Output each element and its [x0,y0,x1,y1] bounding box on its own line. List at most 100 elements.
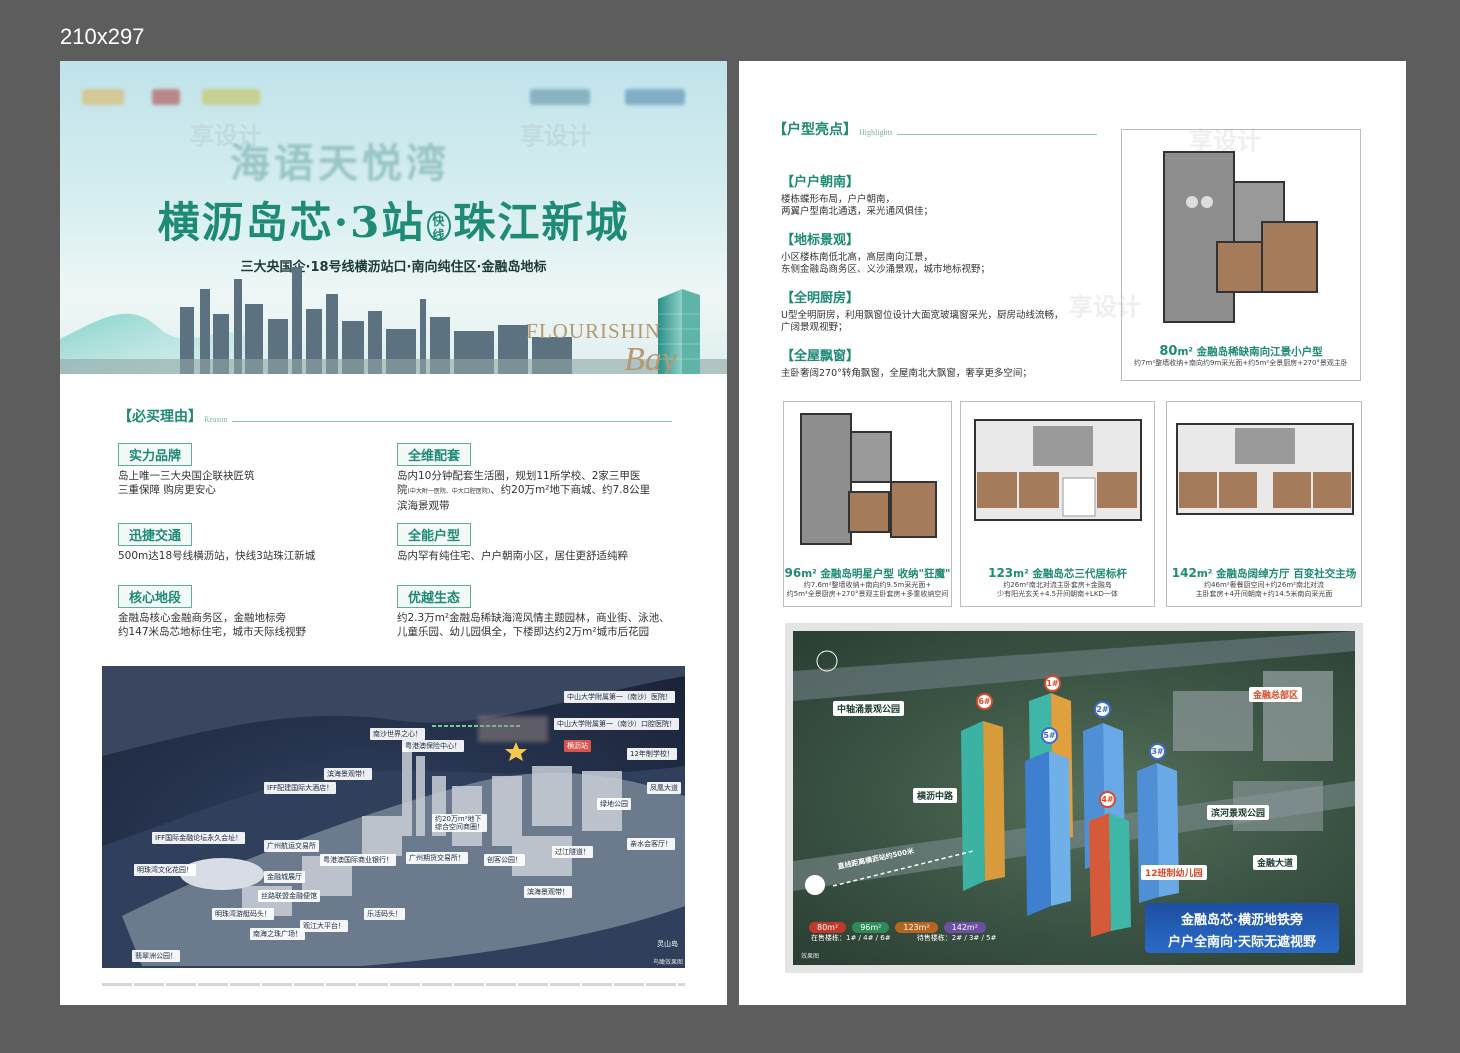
building-tag: 2# [1094,701,1111,718]
developer-logo [152,89,180,105]
highlight-item: 【全屋飘窗】 主卧奢阔270°转角飘窗，全屋南北大飘窗，奢享更多空间； [781,345,1111,380]
rendering-label: 12班制幼儿园 [1141,865,1207,880]
plan-desc: 约7.6m²整墙收纳+南向约9.5m采光面+ 约5m²全景厨房+270°景观主卧… [786,581,949,598]
map-label: 中山大学附属第一（南沙）口腔医院！ [554,718,679,730]
plan-title: 123m² 金融岛芯三代居标杆 [961,566,1154,581]
legal-disclaimer-line [102,983,685,986]
reason-desc: 岛内10分钟配套生活圈，规划11所学校、2家三甲医 院(中大附一医院、中大口腔医… [397,469,687,513]
unit-type-chip: 123m² [895,922,938,933]
map-label: 南沙世界之心！ [370,728,425,740]
project-brand-name: 海语天悦湾 [230,140,450,187]
floor-plan-card: 142m² 金融岛阔绰方厅 百变社交主场 约46m²奢餐厨空间+约26m²南北对… [1166,401,1362,607]
highlight-item: 【全明厨房】 U型全明厨房，利用飘窗位设计大面宽玻璃窗采光，厨房动线流畅， 广阔… [781,287,1111,334]
map-label: 约20万m²地下 综合空间商圈！ [432,814,487,832]
reasons-heading: 【必买理由】 Reason [118,406,672,426]
highlight-item: 【地标景观】 小区楼栋南低北高，高层南向江景， 东侧金融岛商务区、义沙涌景观，城… [781,229,1111,276]
map-label: 中山大学附属第一（南沙）医院！ [564,691,675,703]
plan-title-text: m² 金融岛芯三代居标杆 [1013,568,1127,580]
map-label: 明珠湾文化花园！ [134,864,196,876]
map-label: 明珠湾游艇码头！ [212,908,274,920]
unit-type-chip: 96m² [852,922,890,933]
heading-cn: 【必买理由】 [118,409,202,425]
floor-plan-drawing [1163,151,1318,323]
reason-desc-note: (中大附一医院、中大口腔医院) [407,488,491,495]
plan-title: 80m² 金融岛稀缺南向江景小户型 [1122,344,1360,359]
map-label: 滨海景观带！ [324,768,372,780]
developer-logo [82,89,124,105]
rendering-label: 金融大道 [1253,855,1298,870]
plan-desc: 约26m²南北对流主卧套房+金融岛 少有阳光玄关+4.5开间朝南+LKD一体 [997,581,1118,598]
heading-en: Reason [204,415,228,424]
map-label: 金融城展厅 [264,871,305,883]
building-tag: 1# [1044,675,1061,692]
plan-title: 142m² 金融岛阔绰方厅 百变社交主场 [1167,566,1361,581]
slogan-line: 户户全南向·天际无遮视野 [1168,935,1316,950]
plan-title-text: m² 金融岛阔绰方厅 百变社交主场 [1196,568,1357,580]
map-label: 过江隧道！ [552,846,593,858]
map-label: 创客公园！ [484,854,525,866]
map-label: 凤凰大道 [647,782,681,794]
plan-caption: 96m² 金融岛明星户型 收纳"狂魔" 约7.6m²整墙收纳+南向约9.5m采光… [784,566,951,599]
unit-type-chip: 142m² [943,922,986,933]
reason-desc-line: 滨海景观带 [397,500,450,512]
hero-title: 横沥岛芯·3站 快线 珠江新城 [60,189,727,250]
building-tag: 4# [1099,791,1116,808]
floor-plan-drawing [974,419,1142,521]
plan-caption: 80m² 金融岛稀缺南向江景小户型 约7m²整墙收纳+南向约9m采光面+约5m²… [1122,344,1360,368]
unit-type-chip: 80m² [809,922,847,933]
developer-logo [530,89,590,105]
plan-title: 96m² 金融岛明星户型 收纳"狂魔" [784,566,951,581]
plan-caption: 123m² 金融岛芯三代居标杆 约26m²南北对流主卧套房+金融岛 少有阳光玄关… [961,566,1154,599]
reason-title: 迅捷交通 [118,523,193,546]
highlight-title: 【户户朝南】 [781,175,860,190]
map-label: IFF国际金融论坛永久会址！ [152,832,246,844]
plan-area: 123 [988,566,1014,580]
floor-plan-card: 96m² 金融岛明星户型 收纳"狂魔" 约7.6m²整墙收纳+南向约9.5m采光… [783,401,952,607]
plan-caption: 142m² 金融岛阔绰方厅 百变社交主场 约46m²奢餐厨空间+约26m²南北对… [1167,566,1361,599]
reason-title: 优越生态 [397,585,472,608]
map-label: 亲水会客厅！ [627,838,675,850]
rendering-label: 横沥中路 [913,788,958,803]
highlight-desc: 楼栋蝶形布局，户户朝南， 两翼户型南北通透，采光通风俱佳； [781,194,934,217]
building-tag: 3# [1149,743,1166,760]
slogan-banner: 金融岛芯·横沥地铁旁 户户全南向·天际无遮视野 [1145,903,1339,953]
building-tag: 6# [976,693,993,710]
flyer-back: 【户型亮点】 Highlights 【户户朝南】 楼栋蝶形布局，户户朝南， 两翼… [739,61,1406,1005]
map-label: 灵山岛 [657,940,678,948]
aerial-night-map: 中山大学附属第一（南沙）医院！ 中山大学附属第一（南沙）口腔医院！ 南沙世界之心… [102,666,685,968]
reason-item: 优越生态 约2.3万m²金融岛稀缺海湾风情主题园林，商业街、泳池、 儿童乐园、幼… [397,585,697,639]
reason-title: 全能户型 [397,523,472,546]
plan-title-text: m² 金融岛明星户型 收纳"狂魔" [801,568,951,580]
map-label: 乐活码头！ [364,908,405,920]
reason-item: 实力品牌 岛上唯一三大央国企联袂匠筑 三重保障 购房更安心 [118,443,378,497]
reason-title: 全维配套 [397,443,472,466]
slogan-line: 金融岛芯·横沥地铁旁 [1181,913,1303,928]
project-rendering: 中轴涌景观公园 横沥中路 金融总部区 滨河景观公园 金融大道 12班制幼儿园 直… [785,623,1363,973]
rendering-label: 金融总部区 [1249,687,1303,702]
flyer-front: 海语天悦湾 横沥岛芯·3站 快线 珠江新城 三大央国企·18号线横沥站口·南向纯住区… [60,61,727,1005]
plan-area: 96 [784,566,802,580]
building-tag: 5# [1041,727,1058,744]
map-label: 广州航运交易所 [264,840,319,852]
heading-cn: 【户型亮点】 [773,122,857,138]
highlight-desc: 小区楼栋南低北高，高层南向江景， 东侧金融岛商务区、义沙涌景观，城市地标视野； [781,252,991,275]
reason-desc: 岛上唯一三大央国企联袂匠筑 三重保障 购房更安心 [118,470,255,496]
reason-desc: 金融岛核心金融商务区，金融地标旁 约147米岛芯地标住宅，城市天际线视野 [118,612,307,638]
reason-desc-line: 岛内10分钟配套生活圈，规划11所学校、2家三甲医 [397,470,641,482]
map-label: 观江大平台！ [300,920,348,932]
reason-item: 迅捷交通 500m达18号线横沥站，快线3站珠江新城 [118,523,378,563]
map-label: IFF配建国际大酒店！ [264,782,337,794]
heading-en: Highlights [859,128,893,137]
hero-banner: 海语天悦湾 横沥岛芯·3站 快线 珠江新城 三大央国企·18号线横沥站口·南向纯住区… [60,61,727,374]
map-label: 绿地公园 [597,798,631,810]
floor-plan-drawing [800,413,937,545]
sale-status: 在售楼栋：1# / 4# / 6# 待售楼栋：2# / 3# / 5# [811,933,996,943]
highlight-desc: U型全明厨房，利用飘窗位设计大面宽玻璃窗采光，厨房动线流畅， 广阔景观视野； [781,310,1064,333]
plan-area: 142 [1171,566,1197,580]
reason-desc: 约2.3万m²金融岛稀缺海湾风情主题园林，商业街、泳池、 儿童乐园、幼儿园俱全，… [397,612,670,638]
reason-item: 全维配套 岛内10分钟配套生活圈，规划11所学校、2家三甲医 院(中大附一医院、… [397,443,687,513]
unit-type-legend: 80m² 96m² 123m² 142m² [809,915,992,934]
highlights-heading: 【户型亮点】 Highlights [773,119,1097,139]
highlight-title: 【全明厨房】 [781,291,860,306]
developer-logo [202,89,260,105]
